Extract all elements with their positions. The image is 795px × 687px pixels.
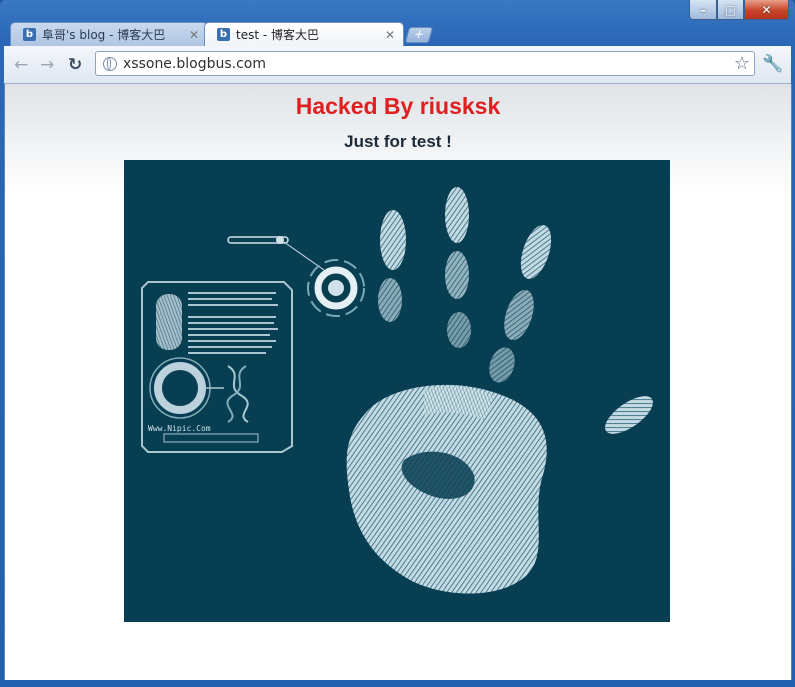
page-content: Hacked By riusksk Just for test ! Www.Ni… — [4, 84, 792, 680]
maximize-button[interactable]: □ — [717, 0, 744, 20]
toolbar: ← → ↻ xssone.blogbus.com ☆ 🔧 — [4, 46, 791, 84]
close-icon: ✕ — [761, 2, 772, 17]
blogbus-favicon-icon: b — [217, 28, 230, 41]
handprint-image: Www.Nipic.Com — [124, 160, 670, 622]
handprint-illustration — [141, 187, 653, 594]
forward-arrow-icon[interactable]: → — [40, 55, 54, 75]
reload-icon[interactable]: ↻ — [68, 55, 82, 75]
maximize-icon: □ — [724, 2, 737, 17]
wrench-icon[interactable]: 🔧 — [762, 54, 783, 74]
tab-title: test - 博客大巴 — [236, 28, 320, 42]
tab-strip: b 阜哥's blog - 博客大巴 ✕ b test - 博客大巴 ✕ + — [0, 20, 795, 46]
tab-title: 阜哥's blog - 博客大巴 — [42, 28, 166, 42]
star-icon[interactable]: ☆ — [734, 53, 750, 74]
tab-blog[interactable]: b 阜哥's blog - 博客大巴 ✕ — [10, 22, 208, 46]
url-text[interactable]: xssone.blogbus.com — [123, 56, 266, 72]
window-controls: – □ ✕ — [689, 0, 789, 20]
page-subtitle: Just for test ! — [344, 132, 452, 151]
browser-window: – □ ✕ b 阜哥's blog - 博客大巴 ✕ b test - 博客大巴… — [0, 0, 795, 687]
minimize-button[interactable]: – — [689, 0, 717, 20]
tab-test[interactable]: b test - 博客大巴 ✕ — [204, 22, 404, 46]
back-arrow-icon[interactable]: ← — [14, 55, 28, 75]
blogbus-favicon-icon: b — [23, 28, 36, 41]
tab-close-icon[interactable]: ✕ — [189, 28, 199, 42]
globe-icon — [103, 56, 117, 71]
tab-close-icon[interactable]: ✕ — [385, 28, 395, 42]
image-watermark: Www.Nipic.Com — [148, 424, 211, 433]
page-title: Hacked By riusksk — [295, 93, 501, 119]
minimize-icon: – — [700, 2, 706, 17]
new-tab-button[interactable]: + — [404, 27, 434, 43]
close-window-button[interactable]: ✕ — [744, 0, 789, 20]
address-bar[interactable]: xssone.blogbus.com ☆ — [95, 51, 755, 76]
hand — [346, 187, 653, 594]
